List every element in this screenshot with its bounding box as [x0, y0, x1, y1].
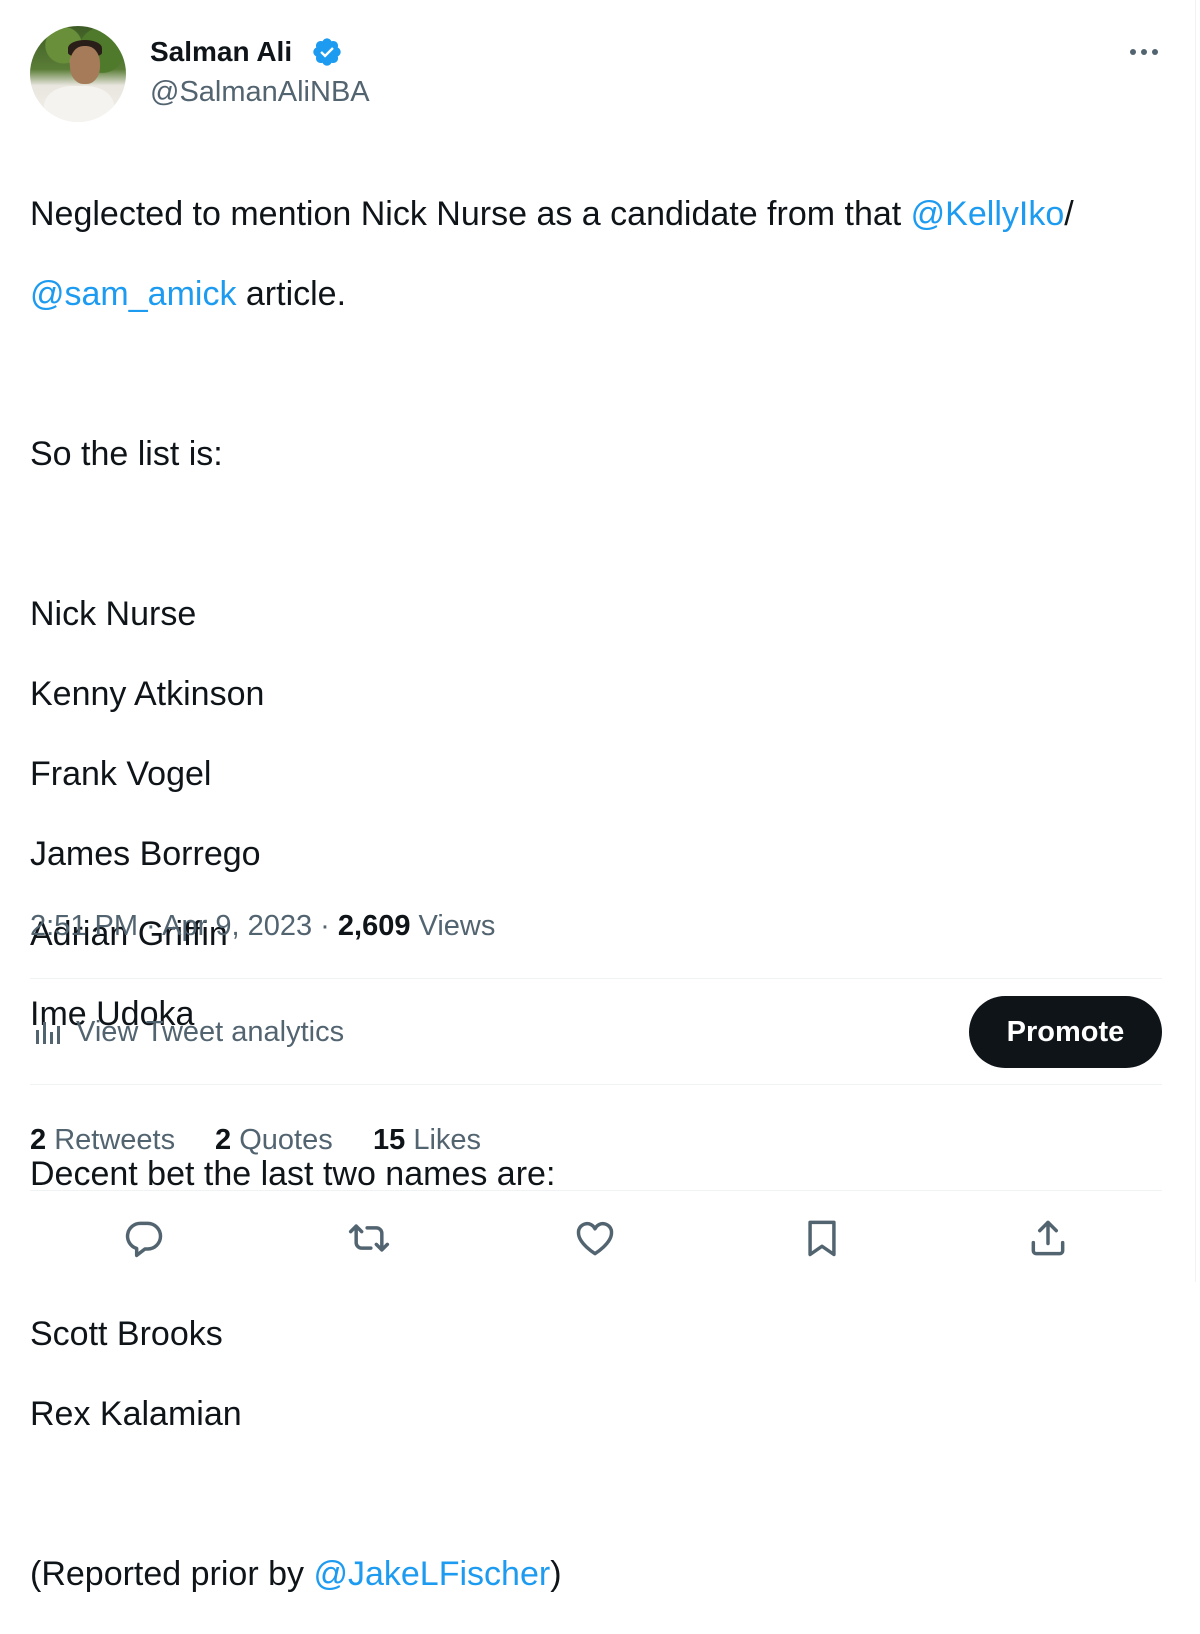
promote-button[interactable]: Promote: [969, 996, 1162, 1068]
tweet-meta: 2:51 PM · Apr 9, 2023 · 2,609 Views: [30, 910, 496, 942]
share-icon: [1031, 1220, 1065, 1256]
like-icon: [576, 1221, 614, 1256]
candidate-name: Kenny Atkinson: [30, 675, 265, 713]
bet-name: Rex Kalamian: [30, 1395, 242, 1433]
avatar[interactable]: [30, 26, 126, 122]
author-handle[interactable]: @SalmanAliNBA: [150, 74, 370, 110]
mention-link[interactable]: @sam_amick: [30, 275, 236, 313]
bet-name: Scott Brooks: [30, 1315, 223, 1353]
right-border: [1195, 0, 1196, 1282]
bet-intro: Decent bet the last two names are:: [30, 1155, 556, 1193]
retweet-button[interactable]: [345, 1214, 393, 1262]
candidate-name: Nick Nurse: [30, 595, 197, 633]
tweet-line: Neglected to mention Nick Nurse as a can…: [30, 195, 1074, 233]
verified-badge-icon: [313, 38, 341, 66]
retweets-stat[interactable]: 2 Retweets: [30, 1120, 175, 1160]
more-options-icon[interactable]: [1124, 36, 1164, 68]
views-count: 2,609: [337, 910, 411, 942]
bookmark-button[interactable]: [798, 1214, 846, 1262]
views-label: Views: [410, 910, 496, 942]
mention-link[interactable]: @KellyIko: [911, 195, 1065, 233]
bar-chart-icon[interactable]: [34, 1016, 64, 1046]
quotes-stat[interactable]: 2 Quotes: [215, 1120, 333, 1160]
tweet-date[interactable]: Apr 9, 2023: [162, 910, 312, 942]
share-button[interactable]: [1024, 1214, 1072, 1262]
mention-link[interactable]: @JakeLFischer: [313, 1555, 550, 1593]
view-analytics-link[interactable]: View Tweet analytics: [76, 1012, 344, 1052]
candidate-name: Frank Vogel: [30, 755, 212, 793]
like-button[interactable]: [571, 1214, 619, 1262]
retweet-icon: [348, 1224, 390, 1252]
divider: [30, 1084, 1162, 1085]
candidate-name: James Borrego: [30, 835, 261, 873]
list-intro: So the list is:: [30, 435, 223, 473]
tweet-text: Neglected to mention Nick Nurse as a can…: [30, 154, 1150, 1634]
reply-icon: [125, 1221, 163, 1258]
credit-line: (Reported prior by @JakeLFischer): [30, 1555, 562, 1593]
reply-button[interactable]: [120, 1214, 168, 1262]
tweet-line: @sam_amick article.: [30, 275, 347, 313]
divider: [30, 1190, 1162, 1191]
tweet-time[interactable]: 2:51 PM: [30, 910, 138, 942]
tweet: Salman Ali @SalmanAliNBA Neglected to me…: [0, 0, 1192, 1593]
likes-stat[interactable]: 15 Likes: [373, 1120, 481, 1160]
divider: [30, 978, 1162, 979]
bookmark-icon: [808, 1220, 836, 1257]
author-display-name[interactable]: Salman Ali: [150, 34, 292, 70]
